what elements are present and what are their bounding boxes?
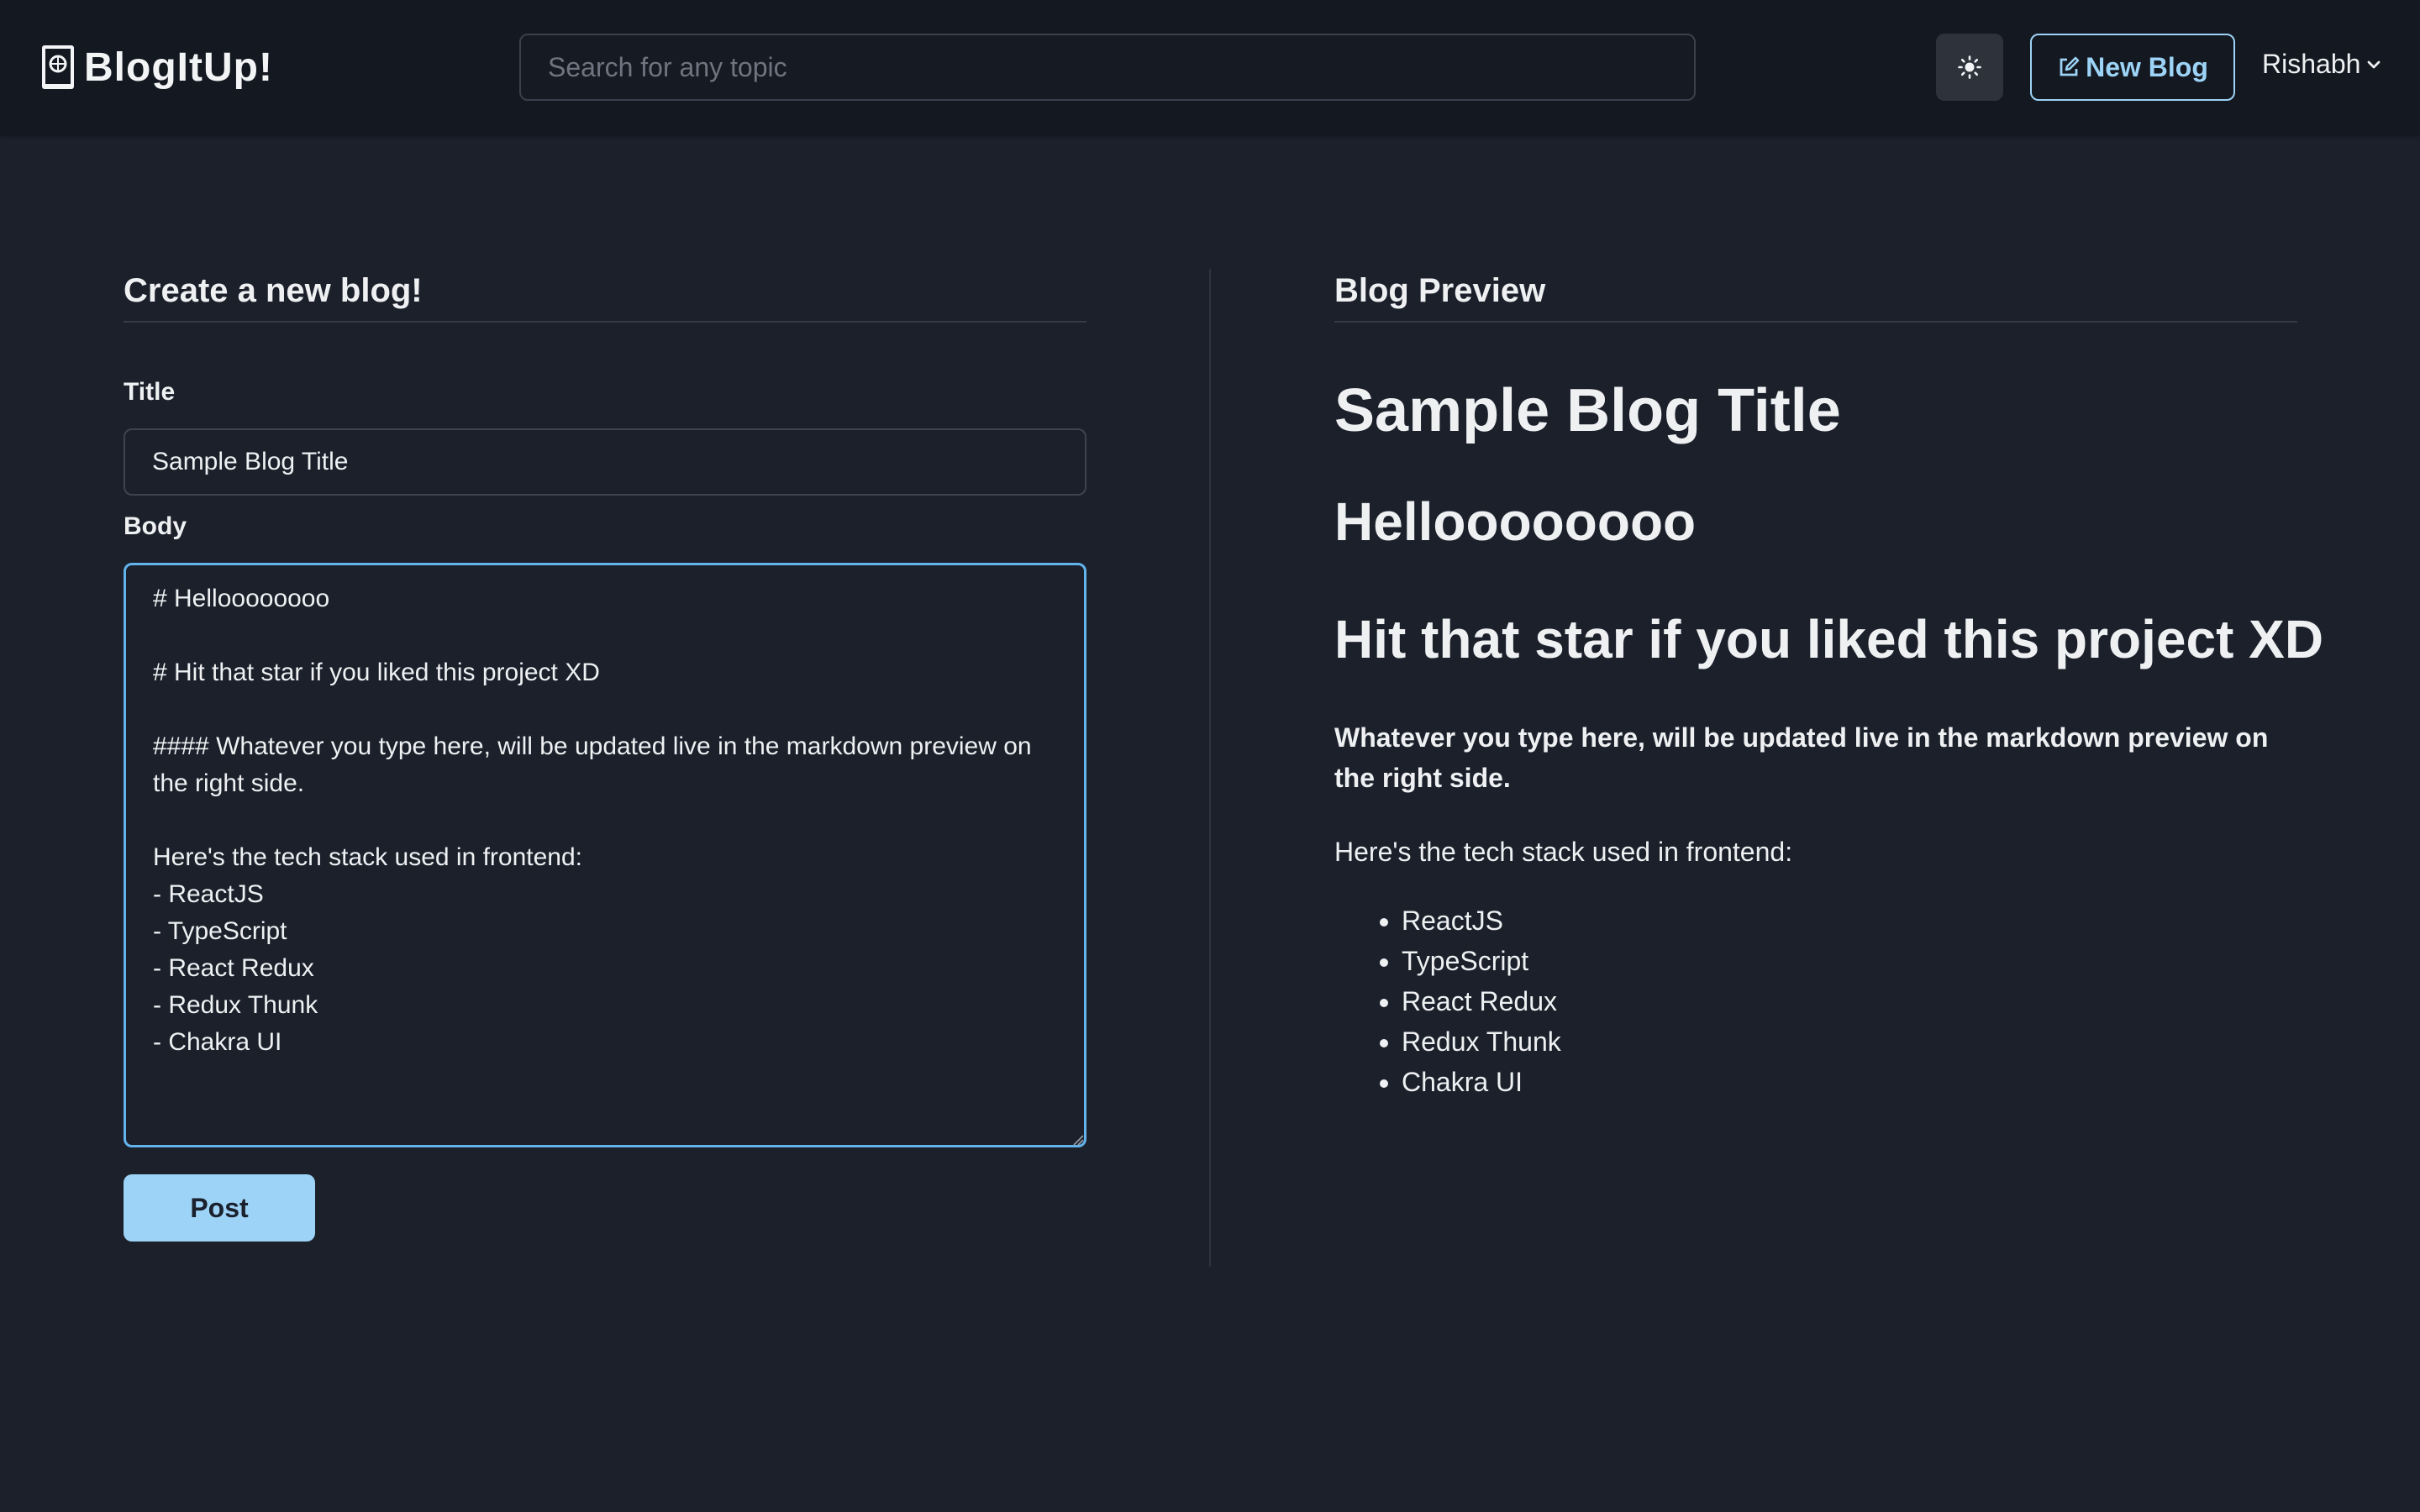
editor-heading: Create a new blog! [124, 272, 423, 309]
list-item: TypeScript [1402, 941, 1561, 981]
panel-divider [1209, 269, 1211, 1267]
user-menu[interactable]: Rishabh [2262, 49, 2382, 80]
preview-divider [1334, 321, 2297, 323]
resize-handle-icon[interactable] [1072, 1134, 1084, 1146]
preview-tech-list: ReactJS TypeScript React Redux Redux Thu… [1334, 900, 1561, 1102]
search-input[interactable] [519, 34, 1696, 101]
user-name: Rishabh [2262, 49, 2361, 79]
title-label: Title [124, 378, 176, 406]
brand-logo-link[interactable]: BlogItUp! [40, 42, 273, 92]
body-textarea[interactable]: # Helloooooooo # Hit that star if you li… [124, 563, 1086, 1147]
new-blog-label: New Blog [2086, 51, 2208, 82]
editor-panel: Create a new blog! [124, 269, 1086, 323]
list-item: Chakra UI [1402, 1062, 1561, 1102]
preview-paragraph: Here's the tech stack used in frontend: [1334, 837, 1793, 867]
preview-blog-title: Sample Blog Title [1334, 377, 1841, 444]
sun-icon [1958, 55, 1981, 79]
theme-toggle-button[interactable] [1936, 34, 2003, 101]
preview-h4: Whatever you type here, will be updated … [1334, 722, 2269, 793]
brand-name: BlogItUp! [84, 45, 273, 90]
edit-icon [2060, 56, 2080, 76]
list-item: ReactJS [1402, 900, 1561, 941]
preview-heading: Blog Preview [1334, 272, 1546, 309]
editor-divider [124, 321, 1086, 323]
book-logo-icon [42, 45, 74, 89]
title-input[interactable] [124, 428, 1086, 496]
new-blog-button[interactable]: New Blog [2030, 34, 2235, 101]
preview-h1-second: Hit that star if you liked this project … [1334, 609, 2324, 669]
list-item: React Redux [1402, 981, 1561, 1021]
preview-panel: Blog Preview [1334, 269, 2297, 323]
chevron-down-icon [2368, 60, 2381, 68]
body-label: Body [124, 512, 187, 540]
post-button[interactable]: Post [124, 1174, 315, 1242]
top-navbar: BlogItUp! New Blog Rishabh [0, 0, 2420, 134]
list-item: Redux Thunk [1402, 1021, 1561, 1062]
preview-h1-first: Helloooooooo [1334, 491, 1697, 552]
